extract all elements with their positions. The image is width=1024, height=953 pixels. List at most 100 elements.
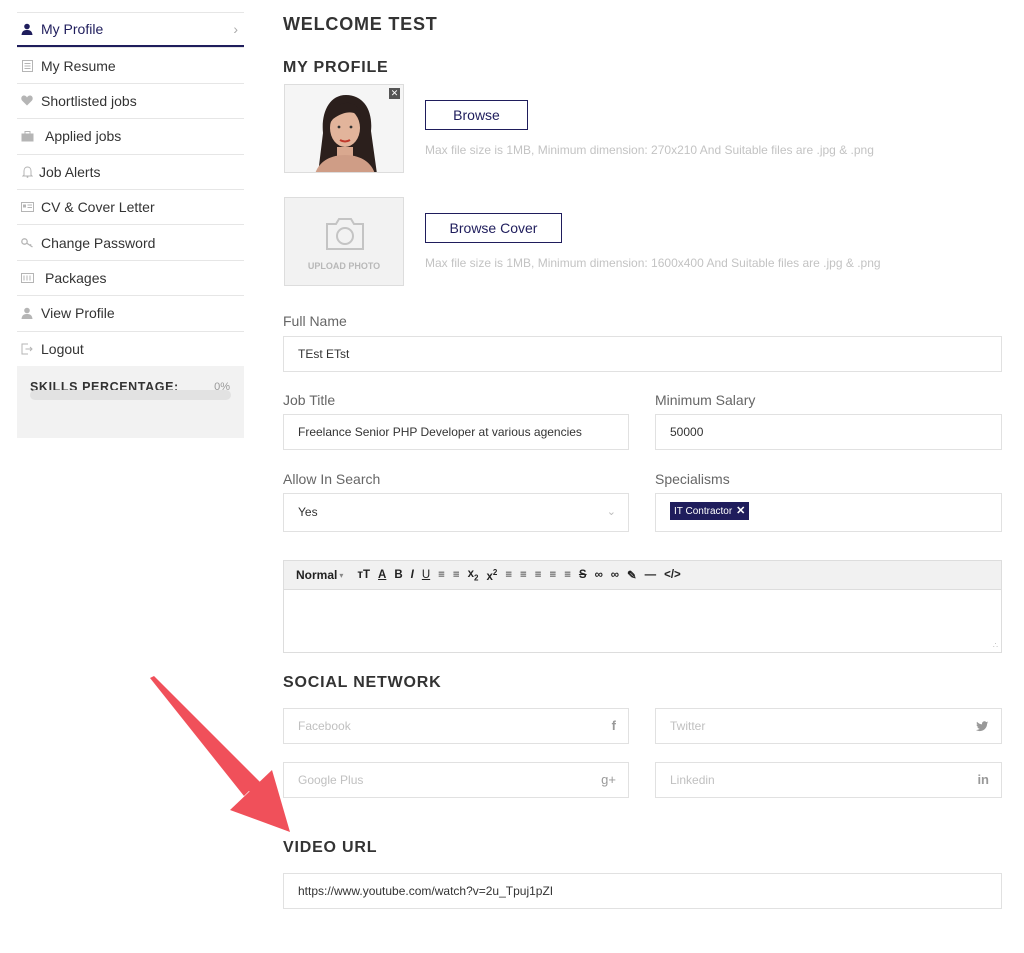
specialisms-label: Specialisms — [655, 471, 730, 487]
package-icon — [19, 270, 35, 286]
editor-toolbar: Normal ▾ тT A B I U ≡ ≡ x2 x2 ≡ ≡ ≡ ≡ ≡ … — [284, 561, 1001, 590]
key-icon — [19, 235, 35, 251]
sidebar-item-job-alerts[interactable]: Job Alerts — [17, 153, 244, 189]
user-icon — [19, 21, 35, 37]
google-plus-placeholder: Google Plus — [298, 773, 364, 787]
code-view-icon[interactable]: </> — [664, 569, 681, 581]
logout-icon — [19, 341, 35, 357]
sidebar-item-applied-jobs[interactable]: Applied jobs — [17, 118, 244, 153]
chevron-down-icon: ⌄ — [606, 506, 616, 518]
clear-format-icon[interactable]: ✎ — [627, 568, 637, 582]
outdent-icon[interactable]: ≡ — [505, 569, 512, 581]
facebook-input[interactable]: Facebook f — [283, 708, 629, 744]
full-name-label: Full Name — [283, 313, 347, 329]
heart-icon — [19, 93, 35, 109]
subscript-icon[interactable]: x2 — [468, 568, 479, 582]
allow-in-search-label: Allow In Search — [283, 471, 381, 487]
underline-icon[interactable]: U — [422, 569, 430, 581]
facebook-icon: f — [611, 718, 616, 733]
allow-in-search-select[interactable]: Yes ⌄ — [283, 493, 629, 532]
social-network-heading: SOCIAL NETWORK — [283, 674, 442, 691]
sidebar-item-packages[interactable]: Packages — [17, 259, 244, 295]
page-title: WELCOME TEST — [283, 14, 438, 34]
bold-icon[interactable]: B — [394, 569, 402, 581]
cover-upload-placeholder[interactable]: UPLOAD PHOTO — [284, 197, 404, 286]
sidebar-item-label: Change Password — [41, 234, 156, 251]
video-url-input[interactable]: https://www.youtube.com/watch?v=2u_Tpuj1… — [283, 873, 1002, 909]
twitter-input[interactable]: Twitter — [655, 708, 1002, 744]
unordered-list-icon[interactable]: ≡ — [453, 569, 460, 581]
align-center-icon[interactable]: ≡ — [549, 569, 556, 581]
minimum-salary-label: Minimum Salary — [655, 392, 756, 408]
format-select[interactable]: Normal — [296, 568, 337, 582]
sidebar-item-logout[interactable]: Logout — [17, 330, 244, 366]
sidebar-item-my-resume[interactable]: My Resume — [17, 47, 244, 82]
linkedin-placeholder: Linkedin — [670, 773, 715, 787]
linkedin-input[interactable]: Linkedin in — [655, 762, 1002, 798]
skills-percentage-box: SKILLS PERCENTAGE: 0% — [17, 365, 244, 438]
profile-photo-image — [285, 85, 403, 172]
browse-cover-button[interactable]: Browse Cover — [425, 213, 562, 243]
text-color-icon[interactable]: A — [378, 569, 386, 581]
briefcase-icon — [19, 128, 35, 144]
cv-icon — [19, 199, 35, 215]
sidebar-item-label: Packages — [45, 269, 107, 286]
job-title-input[interactable]: Freelance Senior PHP Developer at variou… — [283, 414, 629, 450]
specialism-tag-label: IT Contractor — [674, 506, 733, 517]
sidebar-item-label: Job Alerts — [39, 163, 101, 180]
allow-in-search-value: Yes — [298, 505, 318, 519]
superscript-icon[interactable]: x2 — [486, 568, 497, 583]
chevron-right-icon: › — [233, 21, 238, 38]
sidebar-item-cv-cover-letter[interactable]: CV & Cover Letter — [17, 188, 244, 224]
specialism-tag: IT Contractor ✕ — [670, 502, 750, 520]
remove-photo-button[interactable]: ✕ — [389, 88, 400, 99]
minimum-salary-input[interactable]: 50000 — [655, 414, 1002, 450]
browse-button[interactable]: Browse — [425, 100, 528, 130]
specialisms-input[interactable]: IT Contractor ✕ — [655, 493, 1002, 532]
sidebar-item-label: My Resume — [41, 57, 116, 74]
cover-hint: Max file size is 1MB, Minimum dimension:… — [425, 256, 881, 270]
horizontal-rule-icon[interactable]: — — [645, 569, 657, 581]
ordered-list-icon[interactable]: ≡ — [438, 569, 445, 581]
browse-hint: Max file size is 1MB, Minimum dimension:… — [425, 143, 874, 157]
link-icon[interactable]: ∞ — [595, 569, 603, 581]
annotation-arrow — [150, 676, 290, 832]
resume-icon — [19, 58, 35, 74]
user-icon — [19, 305, 35, 321]
sidebar-item-label: Applied jobs — [45, 128, 122, 145]
sidebar-item-label: Shortlisted jobs — [41, 92, 137, 109]
unlink-icon[interactable]: ∞ — [611, 569, 619, 581]
skills-progress-bar — [30, 389, 231, 400]
video-url-heading: VIDEO URL — [283, 839, 378, 856]
google-plus-input[interactable]: Google Plus g+ — [283, 762, 629, 798]
italic-icon[interactable]: I — [411, 569, 414, 581]
align-left-icon[interactable]: ≡ — [535, 569, 542, 581]
indent-icon[interactable]: ≡ — [520, 569, 527, 581]
job-title-label: Job Title — [283, 392, 336, 408]
sidebar-item-shortlisted-jobs[interactable]: Shortlisted jobs — [17, 82, 244, 118]
sidebar-item-label: My Profile — [41, 21, 104, 38]
sidebar-item-change-password[interactable]: Change Password — [17, 224, 244, 259]
resize-handle-icon[interactable]: ∴ — [993, 641, 998, 650]
full-name-input[interactable]: TEst ETst — [283, 336, 1002, 372]
sidebar-item-view-profile[interactable]: View Profile — [17, 295, 244, 330]
sidebar-item-label: Logout — [41, 340, 84, 357]
twitter-placeholder: Twitter — [670, 719, 706, 733]
description-editor[interactable]: Normal ▾ тT A B I U ≡ ≡ x2 x2 ≡ ≡ ≡ ≡ ≡ … — [283, 560, 1002, 653]
sidebar-item-my-profile[interactable]: My Profile › — [17, 12, 244, 48]
bell-icon — [19, 164, 35, 180]
my-profile-heading: MY PROFILE — [283, 59, 389, 76]
font-size-icon[interactable]: тT — [357, 569, 370, 581]
sidebar-item-label: CV & Cover Letter — [41, 199, 155, 216]
profile-photo: ✕ — [284, 84, 404, 173]
align-right-icon[interactable]: ≡ — [564, 569, 571, 581]
remove-tag-icon[interactable]: ✕ — [736, 505, 745, 517]
caret-down-icon: ▾ — [339, 570, 344, 580]
strikethrough-icon[interactable]: S — [579, 569, 587, 581]
facebook-placeholder: Facebook — [298, 719, 351, 733]
twitter-icon — [976, 709, 989, 745]
upload-photo-caption: UPLOAD PHOTO — [307, 261, 381, 271]
sidebar-item-label: View Profile — [41, 305, 115, 322]
camera-icon — [326, 218, 364, 250]
linkedin-icon: in — [977, 772, 989, 787]
